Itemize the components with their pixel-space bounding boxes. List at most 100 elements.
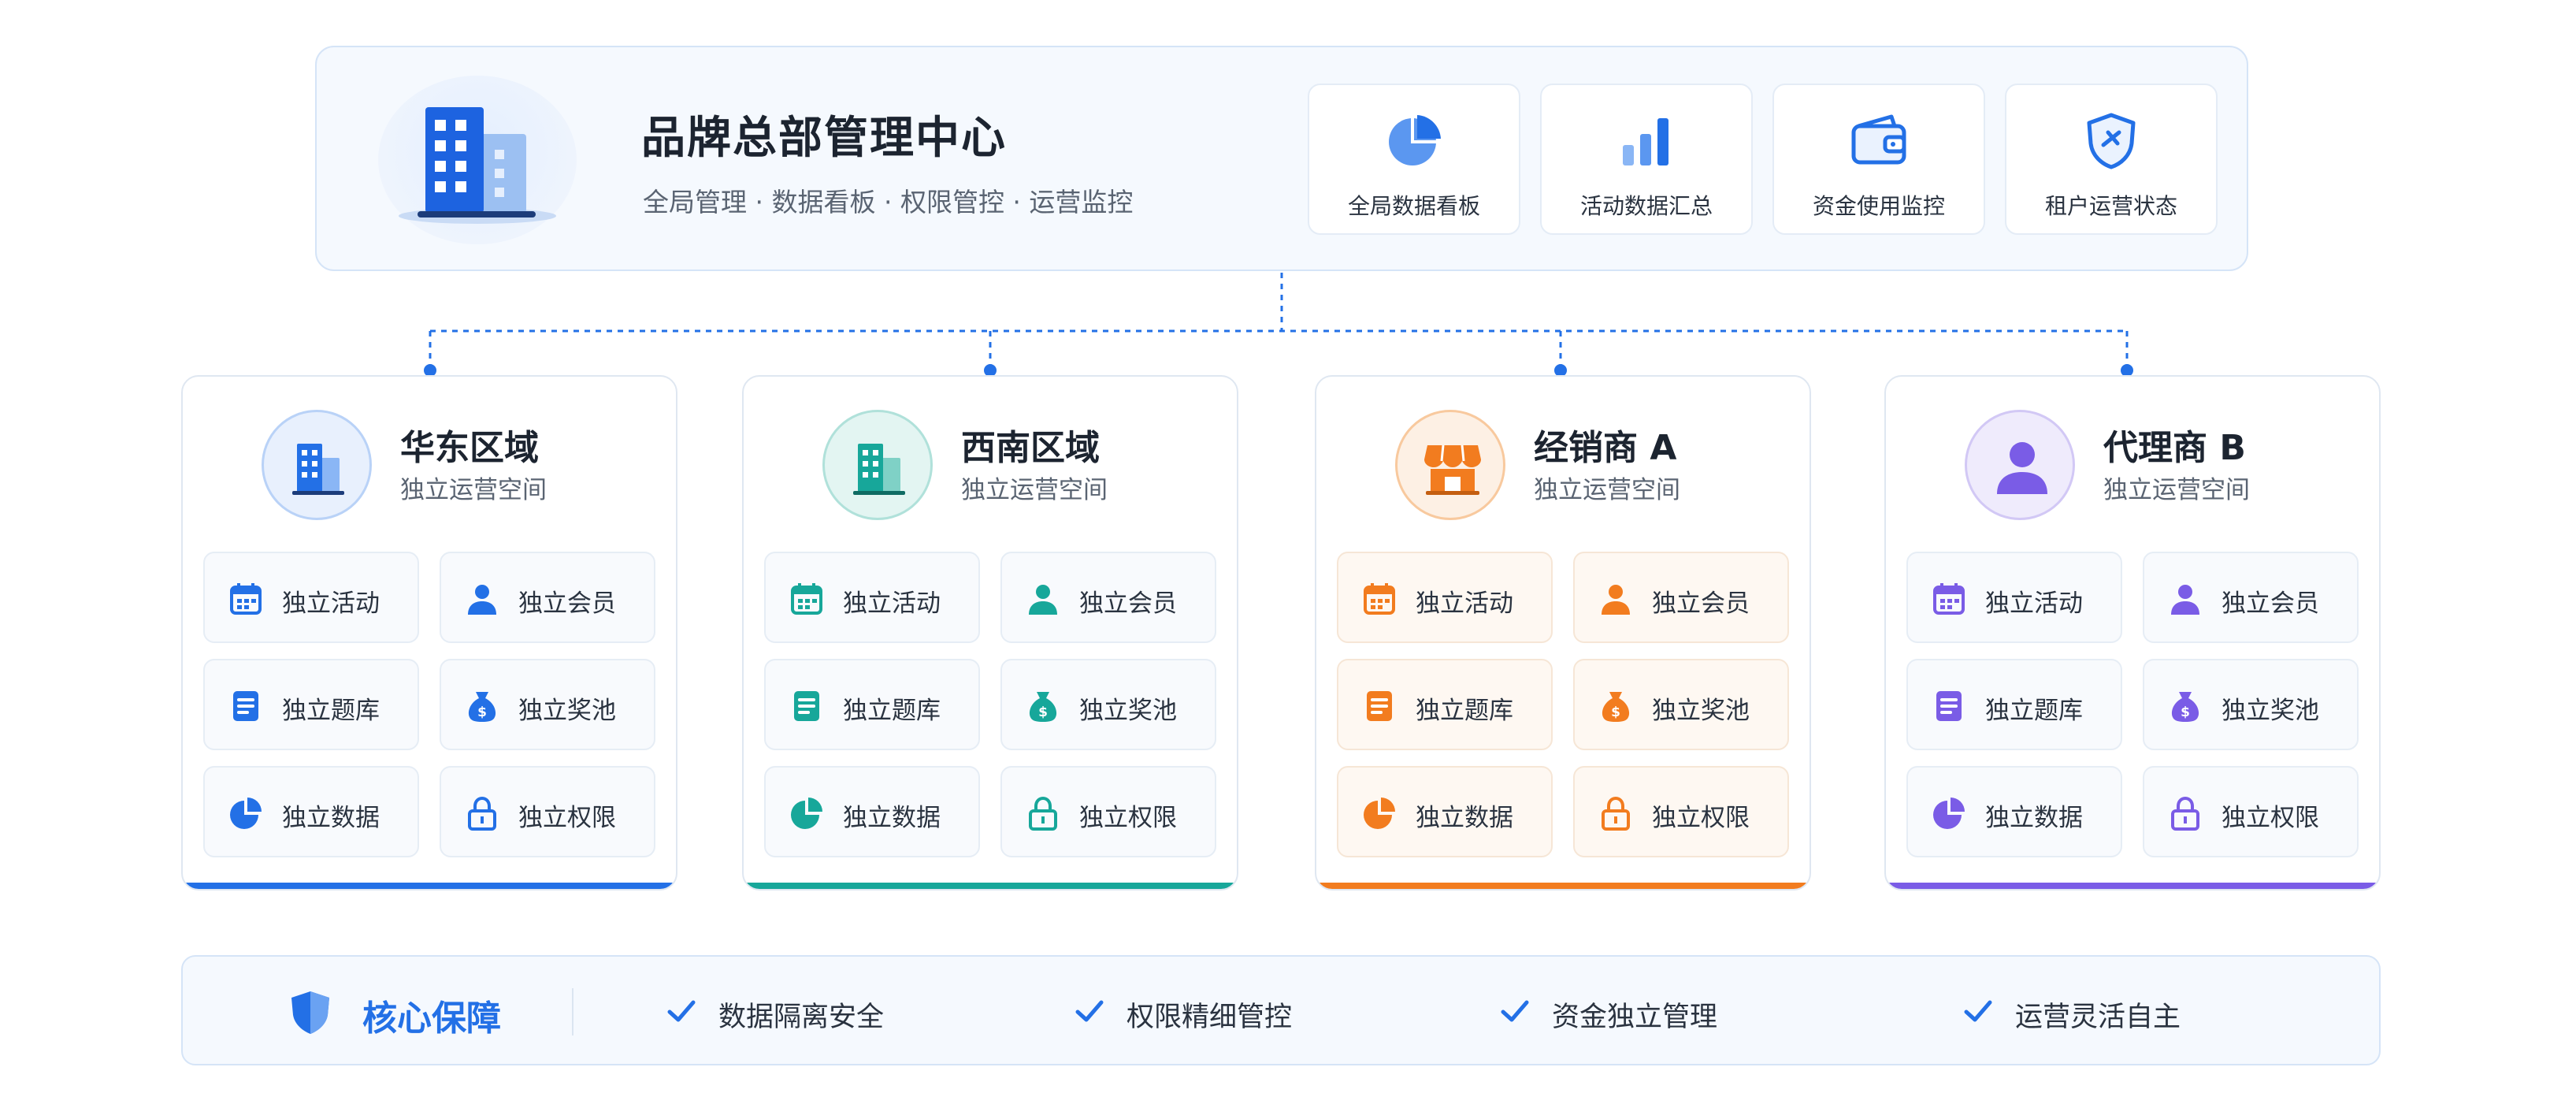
feature-label: 独立题库 <box>1985 697 2083 725</box>
core-item-label: 权限精细管控 <box>1127 1002 1293 1033</box>
feature-label: 独立会员 <box>1079 589 1177 618</box>
feature-label: 独立权限 <box>1652 804 1750 832</box>
lock-icon <box>1029 796 1057 831</box>
hq-card-label: 活动数据汇总 <box>1579 193 1713 219</box>
hq-card-activity-summary[interactable]: 活动数据汇总 <box>1540 84 1753 235</box>
check-icon <box>667 1000 696 1022</box>
core-item-label: 数据隔离安全 <box>718 1002 885 1033</box>
feature-prize-pool[interactable]: $ 独立奖池 <box>440 659 655 750</box>
feature-label: 独立数据 <box>1985 804 2083 832</box>
feature-question-bank[interactable]: 独立题库 <box>1337 659 1553 750</box>
hq-card-fund-monitor[interactable]: 资金使用监控 <box>1772 84 1985 235</box>
hq-card-global-dashboard[interactable]: 全局数据看板 <box>1308 84 1520 235</box>
check-icon <box>1501 1000 1529 1022</box>
feature-label: 独立奖池 <box>2222 697 2319 725</box>
region-card-east-china[interactable]: 华东区域 独立运营空间 独立活动 独立会员 独立题库 $ 独立奖池 独立数据 独… <box>181 375 677 890</box>
feature-question-bank[interactable]: 独立题库 <box>203 659 419 750</box>
core-guarantee-bar: 核心保障 数据隔离安全 权限精细管控 资金独立管理 运营灵活自主 <box>181 955 2381 1065</box>
lock-icon <box>1602 796 1630 831</box>
feature-label: 独立活动 <box>1416 589 1513 618</box>
feature-label: 独立活动 <box>1985 589 2083 618</box>
feature-permission[interactable]: 独立权限 <box>1000 766 1216 857</box>
hq-subtitle: 全局管理 · 数据看板 · 权限管控 · 运营监控 <box>643 187 1134 218</box>
feature-label: 独立权限 <box>2222 804 2319 832</box>
document-icon <box>233 691 258 721</box>
hq-panel: 品牌总部管理中心 全局管理 · 数据看板 · 权限管控 · 运营监控 全局数据看… <box>315 46 2248 271</box>
feature-label: 独立会员 <box>1652 589 1750 618</box>
svg-text:$: $ <box>1611 705 1620 720</box>
feature-permission[interactable]: 独立权限 <box>440 766 655 857</box>
pie-chart-icon <box>791 798 822 829</box>
feature-data[interactable]: 独立数据 <box>1906 766 2122 857</box>
feature-prize-pool[interactable]: $ 独立奖池 <box>2143 659 2359 750</box>
region-accent-bar <box>1886 883 2379 889</box>
hq-building-logo <box>378 76 577 244</box>
feature-label: 独立题库 <box>1416 697 1513 725</box>
feature-member[interactable]: 独立会员 <box>1000 552 1216 643</box>
user-icon <box>1602 585 1630 615</box>
feature-label: 独立数据 <box>843 804 941 832</box>
hq-card-label: 租户运营状态 <box>2044 193 2177 219</box>
feature-data[interactable]: 独立数据 <box>1337 766 1553 857</box>
hq-card-tenant-status[interactable]: 租户运营状态 <box>2005 84 2218 235</box>
shield-icon <box>291 991 329 1034</box>
feature-label: 独立题库 <box>282 697 380 725</box>
person-icon <box>1997 442 2047 494</box>
core-title: 核心保障 <box>362 998 501 1039</box>
lock-icon <box>2171 796 2199 831</box>
feature-label: 独立权限 <box>1079 804 1177 832</box>
pie-chart-icon <box>1389 115 1441 165</box>
core-item-label: 资金独立管理 <box>1552 1002 1718 1033</box>
region-card-agent-b[interactable]: 代理商 B 独立运营空间 独立活动 独立会员 独立题库 $ 独立奖池 独立数据 … <box>1884 375 2381 890</box>
shield-status-icon <box>2087 113 2136 169</box>
region-accent-bar <box>183 883 676 889</box>
feature-label: 独立数据 <box>282 804 380 832</box>
feature-question-bank[interactable]: 独立题库 <box>1906 659 2122 750</box>
feature-permission[interactable]: 独立权限 <box>2143 766 2359 857</box>
calendar-icon <box>1933 583 1965 615</box>
feature-label: 独立奖池 <box>518 697 616 725</box>
region-card-southwest[interactable]: 西南区域 独立运营空间 独立活动 独立会员 独立题库 $ 独立奖池 独立数据 独… <box>742 375 1238 890</box>
feature-permission[interactable]: 独立权限 <box>1573 766 1789 857</box>
feature-label: 独立活动 <box>843 589 941 618</box>
feature-question-bank[interactable]: 独立题库 <box>764 659 980 750</box>
region-name: 代理商 B <box>2103 428 2246 468</box>
region-emblem <box>822 410 933 520</box>
building-icon <box>399 107 556 224</box>
feature-label: 独立数据 <box>1416 804 1513 832</box>
feature-activity[interactable]: 独立活动 <box>1906 552 2122 643</box>
feature-activity[interactable]: 独立活动 <box>1337 552 1553 643</box>
region-subtitle: 独立运营空间 <box>2103 476 2250 504</box>
money-bag-icon: $ <box>1029 692 1057 722</box>
document-icon <box>1936 691 1962 721</box>
feature-label: 独立题库 <box>843 697 941 725</box>
feature-label: 独立活动 <box>282 589 380 618</box>
check-icon <box>1075 1000 1104 1022</box>
feature-prize-pool[interactable]: $ 独立奖池 <box>1573 659 1789 750</box>
building-icon <box>853 444 905 495</box>
feature-member[interactable]: 独立会员 <box>1573 552 1789 643</box>
feature-data[interactable]: 独立数据 <box>764 766 980 857</box>
building-icon <box>292 444 344 495</box>
calendar-icon <box>230 583 262 615</box>
feature-prize-pool[interactable]: $ 独立奖池 <box>1000 659 1216 750</box>
region-emblem <box>262 410 372 520</box>
pie-chart-icon <box>1933 798 1965 829</box>
feature-data[interactable]: 独立数据 <box>203 766 419 857</box>
feature-member[interactable]: 独立会员 <box>2143 552 2359 643</box>
region-name: 华东区域 <box>400 428 539 468</box>
lock-icon <box>468 796 496 831</box>
pie-chart-icon <box>230 798 262 829</box>
region-card-dealer-a[interactable]: 经销商 A 独立运营空间 独立活动 独立会员 独立题库 $ 独立奖池 独立数据 … <box>1315 375 1811 890</box>
region-emblem <box>1965 410 2075 520</box>
user-icon <box>468 585 496 615</box>
feature-member[interactable]: 独立会员 <box>440 552 655 643</box>
user-icon <box>2171 585 2199 615</box>
feature-activity[interactable]: 独立活动 <box>764 552 980 643</box>
svg-text:$: $ <box>2181 705 2190 720</box>
region-subtitle: 独立运营空间 <box>400 476 547 504</box>
wallet-icon <box>1851 114 1906 165</box>
region-accent-bar <box>744 883 1237 889</box>
region-accent-bar <box>1316 883 1810 889</box>
feature-activity[interactable]: 独立活动 <box>203 552 419 643</box>
